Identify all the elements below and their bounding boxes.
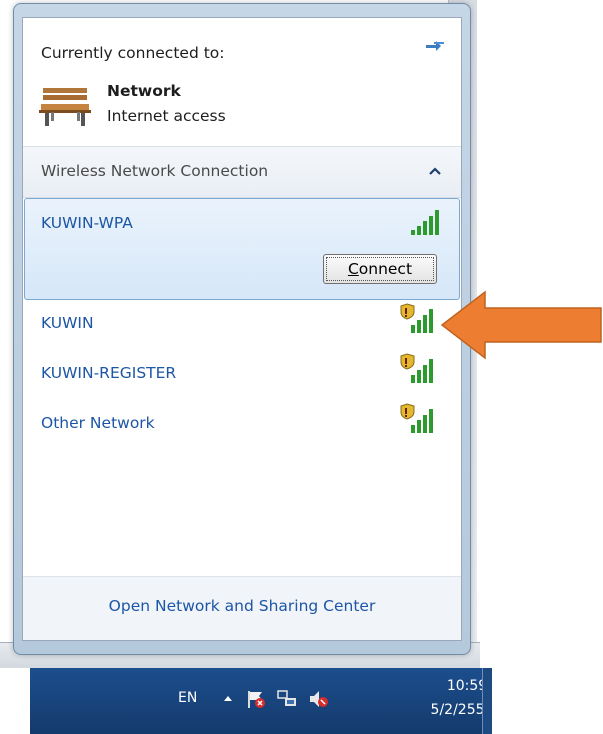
network-name-kuwin: KUWIN bbox=[41, 314, 94, 332]
connect-label: onnect bbox=[358, 260, 413, 278]
connected-network-status: Internet access bbox=[107, 107, 226, 125]
connect-accel: C bbox=[347, 260, 359, 278]
taskbar-tray: EN 10:59 5/2/2556 bbox=[30, 668, 493, 734]
show-hidden-icons-icon[interactable] bbox=[223, 694, 233, 702]
chevron-up-icon[interactable] bbox=[429, 167, 441, 175]
refresh-network-icon[interactable] bbox=[423, 36, 447, 56]
network-name-kuwin-register: KUWIN-REGISTER bbox=[41, 364, 177, 382]
connect-button[interactable]: Connect bbox=[323, 254, 437, 284]
network-flyout-panel: Currently connected to: Network Internet… bbox=[22, 17, 462, 641]
current-connection-section: Currently connected to: Network Internet… bbox=[23, 18, 461, 146]
wireless-section-label: Wireless Network Connection bbox=[41, 162, 269, 180]
network-name-kuwin-wpa: KUWIN-WPA bbox=[41, 214, 133, 232]
network-tray-icon[interactable] bbox=[276, 688, 298, 710]
language-indicator[interactable]: EN bbox=[178, 690, 197, 706]
bench-network-icon bbox=[39, 88, 91, 126]
network-name-other-network: Other Network bbox=[41, 414, 155, 432]
security-shield-icon bbox=[400, 353, 433, 383]
open-network-sharing-center-link[interactable]: Open Network and Sharing Center bbox=[23, 597, 461, 615]
security-shield-icon bbox=[400, 403, 433, 433]
flyout-footer: Open Network and Sharing Center bbox=[23, 576, 461, 640]
signal-strength-icon bbox=[411, 210, 439, 235]
action-center-flag-icon[interactable] bbox=[245, 688, 267, 710]
volume-muted-icon[interactable] bbox=[308, 688, 330, 710]
taskbar: EN 10:59 5/2/2556 bbox=[0, 668, 603, 734]
security-shield-icon bbox=[400, 303, 433, 333]
wireless-section-header[interactable]: Wireless Network Connection bbox=[23, 147, 461, 198]
currently-connected-label: Currently connected to: bbox=[41, 44, 225, 62]
show-desktop-button[interactable] bbox=[482, 668, 492, 734]
orange-arrow-annotation bbox=[440, 290, 602, 360]
connected-network-name: Network bbox=[107, 82, 181, 100]
